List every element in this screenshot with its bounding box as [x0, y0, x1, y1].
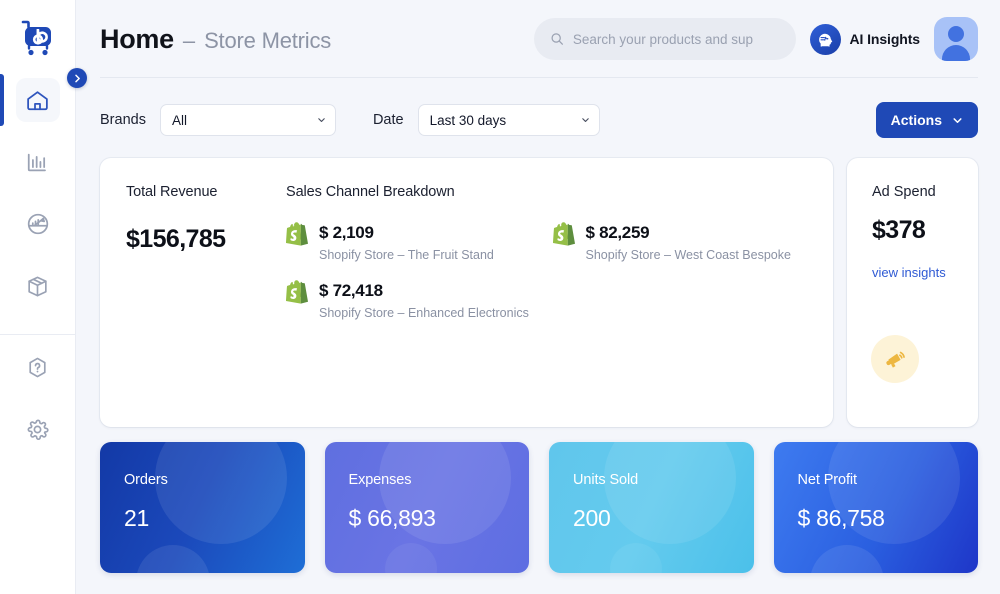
brands-label: Brands — [100, 112, 146, 128]
top-bar: Home – Store Metrics Search your product… — [76, 0, 1000, 78]
avatar[interactable] — [934, 17, 978, 61]
channel-text: $ 82,259 Shopify Store – West Coast Besp… — [586, 222, 791, 262]
sidebar-divider — [0, 334, 75, 335]
sidebar-item-home[interactable] — [0, 74, 60, 126]
stat-tile-expenses[interactable]: Expenses $ 66,893 — [324, 442, 529, 573]
stat-tile-label: Net Profit — [797, 472, 858, 488]
decorative-bubble — [609, 543, 662, 573]
sidebar-item-analytics[interactable] — [16, 140, 60, 184]
shopify-icon — [286, 280, 308, 304]
search-box[interactable] — [533, 18, 796, 60]
channel-amount: $ 2,109 — [319, 223, 374, 242]
actions-button-label: Actions — [890, 112, 942, 128]
stat-tile-value: $ 86,758 — [797, 505, 885, 531]
channel-grid: $ 2,109 Shopify Store – The Fruit Stand — [286, 222, 809, 320]
page-title-separator: – — [182, 27, 196, 53]
decorative-bubble — [809, 545, 884, 573]
actions-button[interactable]: Actions — [875, 102, 978, 138]
stat-tile-label: Orders — [124, 472, 168, 488]
date-select-value: Last 30 days — [429, 112, 507, 128]
stat-tile-value: 200 — [573, 505, 611, 531]
chevron-right-icon — [74, 74, 80, 82]
sidebar-item-settings[interactable] — [16, 407, 60, 451]
stat-tile-value: $ 66,893 — [348, 505, 436, 531]
sidebar-primary-nav — [0, 74, 75, 469]
brands-select[interactable]: All — [159, 104, 336, 136]
sidebar-item-help[interactable] — [16, 345, 60, 389]
megaphone-icon — [871, 335, 919, 383]
channel-amount: $ 72,418 — [319, 281, 383, 300]
chevron-down-icon — [581, 118, 589, 122]
sidebar — [0, 0, 76, 594]
stat-tiles-row: Orders 21 Expenses $ 66,893 Units Sold 2… — [76, 427, 1000, 573]
view-insights-link[interactable]: view insights — [872, 265, 978, 280]
brands-select-value: All — [171, 112, 187, 128]
total-revenue-value: $156,785 — [126, 225, 226, 253]
decorative-bubble — [136, 545, 210, 573]
total-revenue-block: Total Revenue $156,785 — [126, 184, 286, 427]
page-title: Home – Store Metrics — [100, 24, 331, 55]
chevron-down-icon — [318, 118, 325, 122]
ad-spend-value: $378 — [872, 216, 926, 244]
ai-insights-label: AI Insights — [849, 31, 921, 47]
stat-tile-orders[interactable]: Orders 21 — [100, 442, 305, 573]
sidebar-item-performance[interactable] — [16, 202, 60, 246]
total-revenue-label: Total Revenue — [126, 184, 218, 200]
sidebar-expand-button[interactable] — [67, 68, 87, 88]
main-content: Home – Store Metrics Search your product… — [76, 0, 1000, 594]
ai-insights-button[interactable]: AI Insights — [809, 23, 921, 55]
app-logo[interactable] — [0, 0, 75, 78]
top-bar-actions: AI Insights — [533, 17, 978, 61]
metrics-cards-row: Total Revenue $156,785 Sales Channel Bre… — [76, 138, 1000, 427]
help-hexagon-icon — [29, 357, 46, 377]
search-input[interactable] — [572, 31, 780, 47]
page-title-subtitle: Store Metrics — [204, 27, 332, 53]
stat-tile-units-sold[interactable]: Units Sold 200 — [549, 442, 754, 573]
sidebar-item-inventory[interactable] — [16, 264, 60, 308]
search-icon — [551, 33, 563, 45]
stat-tile-label: Units Sold — [573, 472, 639, 488]
gear-icon — [27, 419, 49, 440]
date-select[interactable]: Last 30 days — [417, 104, 600, 136]
stat-tile-net-profit[interactable]: Net Profit $ 86,758 — [773, 442, 978, 573]
stat-tile-value: 21 — [124, 505, 149, 531]
sales-channel-breakdown: Sales Channel Breakdown $ 2,109 Shopify … — [286, 184, 809, 427]
filter-bar: Brands All Date Last 30 days Actions — [76, 78, 1000, 138]
cart-b-logo-icon — [21, 20, 51, 56]
shopify-icon — [552, 222, 575, 246]
revenue-card: Total Revenue $156,785 Sales Channel Bre… — [100, 158, 833, 427]
channel-row[interactable]: $ 82,259 Shopify Store – West Coast Besp… — [552, 222, 810, 262]
gauge-icon — [27, 213, 48, 235]
date-label: Date — [372, 112, 404, 128]
megaphone-glyph — [885, 351, 905, 368]
page-title-main: Home — [100, 23, 174, 54]
channel-name: Shopify Store – Enhanced Electronics — [319, 306, 529, 320]
ai-head-glyph — [818, 33, 832, 47]
channel-text: $ 72,418 Shopify Store – Enhanced Electr… — [319, 280, 529, 320]
ad-spend-label: Ad Spend — [872, 184, 936, 200]
channel-name: Shopify Store – West Coast Bespoke — [585, 248, 791, 262]
box-icon — [28, 276, 47, 296]
ad-spend-card: Ad Spend $378 view insights — [847, 158, 978, 427]
decorative-bubble — [385, 543, 437, 573]
channel-text: $ 2,109 Shopify Store – The Fruit Stand — [319, 222, 494, 262]
channel-name: Shopify Store – The Fruit Stand — [319, 248, 494, 262]
ai-head-icon — [809, 23, 841, 55]
avatar-body — [942, 45, 970, 61]
chevron-down-icon — [953, 117, 962, 123]
stat-tile-label: Expenses — [348, 472, 412, 488]
sales-channel-breakdown-label: Sales Channel Breakdown — [286, 184, 455, 200]
channel-amount: $ 82,259 — [585, 223, 650, 242]
channel-row[interactable]: $ 2,109 Shopify Store – The Fruit Stand — [286, 222, 543, 262]
shopify-icon — [286, 222, 308, 246]
home-icon — [27, 90, 48, 110]
channel-row[interactable]: $ 72,418 Shopify Store – Enhanced Electr… — [286, 280, 543, 320]
bar-chart-icon — [27, 153, 46, 171]
app-root: Home – Store Metrics Search your product… — [0, 0, 1000, 594]
user-avatar-icon — [948, 26, 964, 42]
